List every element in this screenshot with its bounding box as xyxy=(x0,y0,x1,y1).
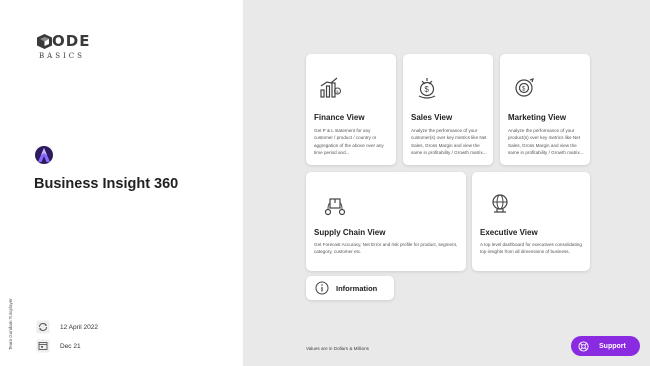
logo-subtext: BASICS xyxy=(39,52,85,60)
executive-globe-icon xyxy=(492,194,508,213)
svg-text:$: $ xyxy=(424,85,429,94)
sales-view-card[interactable]: $ Sales View Analyze the performance of … xyxy=(403,54,493,165)
card-description: Get P & L statement for any customer / p… xyxy=(314,128,384,156)
card-description: Get Forecast Accuracy, Net Error and ris… xyxy=(314,242,458,255)
supply-chain-icon xyxy=(324,198,346,216)
marketing-target-icon: $ xyxy=(515,78,534,97)
card-title: Marketing View xyxy=(508,113,567,122)
atliq-brand-icon xyxy=(35,146,53,164)
supply-chain-view-card[interactable]: Supply Chain View Get Forecast Accuracy,… xyxy=(306,172,466,271)
period-row: Dec 21 xyxy=(36,339,81,353)
marketing-view-card[interactable]: $ Marketing View Analyze the performance… xyxy=(500,54,590,165)
card-title: Finance View xyxy=(314,113,365,122)
card-description: A top level dashboard for executives con… xyxy=(480,242,582,255)
information-label: Information xyxy=(336,283,378,293)
app-title: Business Insight 360 xyxy=(34,176,179,192)
card-description: Analyze the performance of your customer… xyxy=(411,128,487,156)
left-panel: ODE BASICS Business Insight 360 Team Gun… xyxy=(0,0,243,366)
calendar-icon xyxy=(36,339,50,353)
card-title: Supply Chain View xyxy=(314,228,386,237)
card-title: Sales View xyxy=(411,113,453,122)
info-icon xyxy=(315,281,329,295)
executive-view-card[interactable]: Executive View A top level dashboard for… xyxy=(472,172,590,271)
units-footnote: Values are in Dollars & Millions xyxy=(306,346,369,351)
information-button[interactable]: Information xyxy=(306,276,394,300)
codebasics-logo: ODE BASICS xyxy=(37,34,97,64)
logo-text: ODE xyxy=(52,32,91,50)
card-description: Analyze the performance of your product(… xyxy=(508,128,584,156)
card-title: Executive View xyxy=(480,228,538,237)
codebasics-logo-icon xyxy=(37,34,52,49)
refresh-date-row: 12 April 2022 xyxy=(36,320,98,334)
support-icon xyxy=(578,340,589,352)
sales-money-icon: $ xyxy=(418,78,436,99)
period-value: Dec 21 xyxy=(60,342,81,350)
refresh-date: 12 April 2022 xyxy=(60,323,98,331)
svg-text:$: $ xyxy=(522,87,526,93)
support-button[interactable]: Support xyxy=(571,336,640,356)
finance-view-card[interactable]: $ Finance View Get P & L statement for a… xyxy=(306,54,396,165)
refresh-icon xyxy=(36,320,50,334)
credit-text: Team Gundam Tutoplayer xyxy=(8,298,13,350)
support-label: Support xyxy=(599,342,626,350)
finance-chart-icon: $ xyxy=(320,77,341,98)
